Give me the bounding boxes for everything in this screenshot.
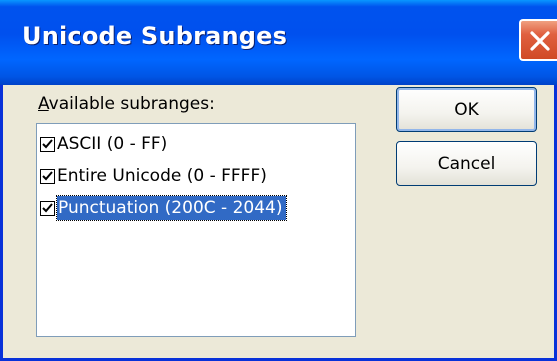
list-item-label: Entire Unicode (0 - FFFF) [57, 166, 267, 186]
available-subranges-label: Available subranges: [38, 94, 215, 114]
list-item-label: Punctuation (200C - 2044) [55, 195, 288, 221]
ok-button[interactable]: OK [396, 87, 537, 132]
list-item-ascii[interactable]: ASCII (0 - FF) [40, 130, 167, 158]
list-item-entire-unicode[interactable]: Entire Unicode (0 - FFFF) [40, 162, 267, 190]
close-icon [530, 31, 550, 51]
checkmark-icon [42, 138, 53, 148]
close-button[interactable] [519, 19, 557, 61]
checkbox-ascii[interactable] [40, 136, 55, 152]
checkmark-icon [42, 170, 53, 180]
cancel-button[interactable]: Cancel [396, 141, 537, 186]
list-item-punctuation[interactable]: Punctuation (200C - 2044) [40, 194, 288, 222]
title-bar[interactable]: Unicode Subranges [0, 0, 557, 85]
label-accelerator: A [38, 94, 49, 114]
window-title: Unicode Subranges [22, 22, 288, 50]
checkmark-icon [42, 202, 53, 212]
subranges-listbox[interactable]: ASCII (0 - FF) Entire Unicode (0 - FFFF)… [36, 123, 356, 337]
label-text: vailable subranges: [48, 94, 215, 114]
dialog-window: Unicode Subranges Available subranges: A… [0, 0, 557, 361]
checkbox-punctuation[interactable] [40, 200, 55, 216]
checkbox-entire-unicode[interactable] [40, 168, 55, 184]
list-item-label: ASCII (0 - FF) [57, 134, 168, 154]
